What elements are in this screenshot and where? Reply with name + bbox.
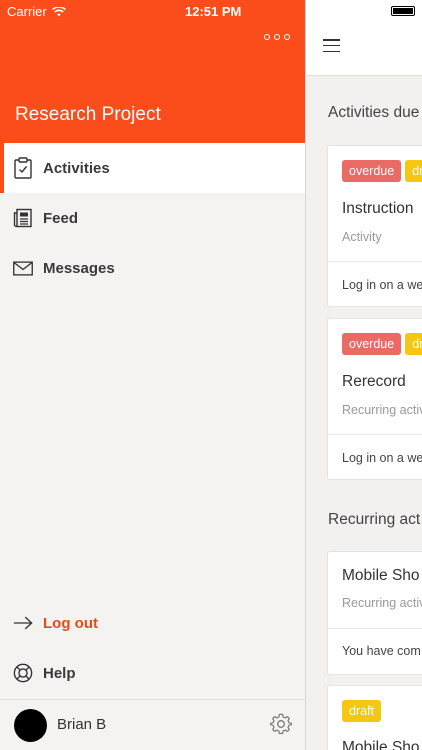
top-bar xyxy=(306,0,422,76)
carrier-label: Carrier xyxy=(7,4,47,19)
envelope-icon xyxy=(13,258,33,278)
section-title-due: Activities due xyxy=(328,104,420,121)
nav-item-activities[interactable]: Activities xyxy=(0,143,305,193)
nav-item-messages[interactable]: Messages xyxy=(0,243,305,293)
gear-icon[interactable] xyxy=(270,713,292,735)
newspaper-icon xyxy=(13,208,33,228)
status-badge-overdue: overdue xyxy=(342,333,402,355)
activity-card[interactable]: Mobile Sho Recurring activ You have com xyxy=(327,551,422,675)
badge-group: overdue dr xyxy=(342,160,422,182)
more-dot-icon xyxy=(264,34,270,40)
activity-card[interactable]: overdue dr Rerecord Recurring activ Log … xyxy=(327,318,422,480)
card-divider xyxy=(328,434,422,435)
user-profile-row: Brian B xyxy=(0,700,305,750)
arrow-right-icon xyxy=(13,613,33,633)
card-subtitle: Activity xyxy=(342,230,382,244)
card-title: Rerecord xyxy=(342,373,406,390)
status-time: 12:51 PM xyxy=(185,4,242,19)
project-title: Research Project xyxy=(15,104,161,125)
lifebuoy-icon xyxy=(13,663,33,683)
activity-card[interactable]: draft Mobile Sho xyxy=(327,685,422,750)
navigation-drawer: Carrier 12:51 PM Research Project Activi… xyxy=(0,0,305,750)
card-title: Mobile Sho xyxy=(342,567,420,584)
card-subtitle: Recurring activ xyxy=(342,596,422,610)
nav-label-activities: Activities xyxy=(43,159,110,177)
card-divider xyxy=(328,628,422,629)
card-title: Mobile Sho xyxy=(342,739,420,750)
drawer-header: Carrier 12:51 PM Research Project xyxy=(0,0,305,143)
badge-group: overdue dr xyxy=(342,333,422,355)
clipboard-check-icon xyxy=(13,157,33,179)
section-title-recurring: Recurring act xyxy=(328,511,421,528)
nav-label-messages: Messages xyxy=(43,259,115,277)
battery-icon xyxy=(391,6,415,16)
menu-icon[interactable] xyxy=(323,39,340,52)
card-subtitle: Recurring activ xyxy=(342,403,422,417)
more-dot-icon xyxy=(274,34,280,40)
more-dot-icon xyxy=(284,34,290,40)
card-note: Log in on a we xyxy=(342,278,422,292)
logout-label: Log out xyxy=(43,614,98,632)
logout-button[interactable]: Log out xyxy=(0,598,305,648)
help-label: Help xyxy=(43,664,76,682)
wifi-icon xyxy=(51,6,66,16)
nav-label-feed: Feed xyxy=(43,209,79,227)
avatar[interactable] xyxy=(14,709,47,742)
card-note: Log in on a we xyxy=(342,451,422,465)
more-options-button[interactable] xyxy=(264,30,290,44)
nav-item-feed[interactable]: Feed xyxy=(0,193,305,243)
main-content: Activities due overdue dr Instruction Ac… xyxy=(305,0,422,750)
status-badge-draft: dr xyxy=(405,160,422,182)
help-button[interactable]: Help xyxy=(0,648,305,698)
card-divider xyxy=(328,261,422,262)
card-title: Instruction xyxy=(342,200,414,217)
user-name: Brian B xyxy=(57,716,107,733)
activity-card[interactable]: overdue dr Instruction Activity Log in o… xyxy=(327,145,422,307)
badge-group: draft xyxy=(342,700,382,722)
status-badge-overdue: overdue xyxy=(342,160,402,182)
status-badge-draft: draft xyxy=(342,700,382,722)
status-carrier: Carrier xyxy=(7,4,66,19)
card-note: You have com xyxy=(342,644,421,658)
status-badge-draft: dr xyxy=(405,333,422,355)
